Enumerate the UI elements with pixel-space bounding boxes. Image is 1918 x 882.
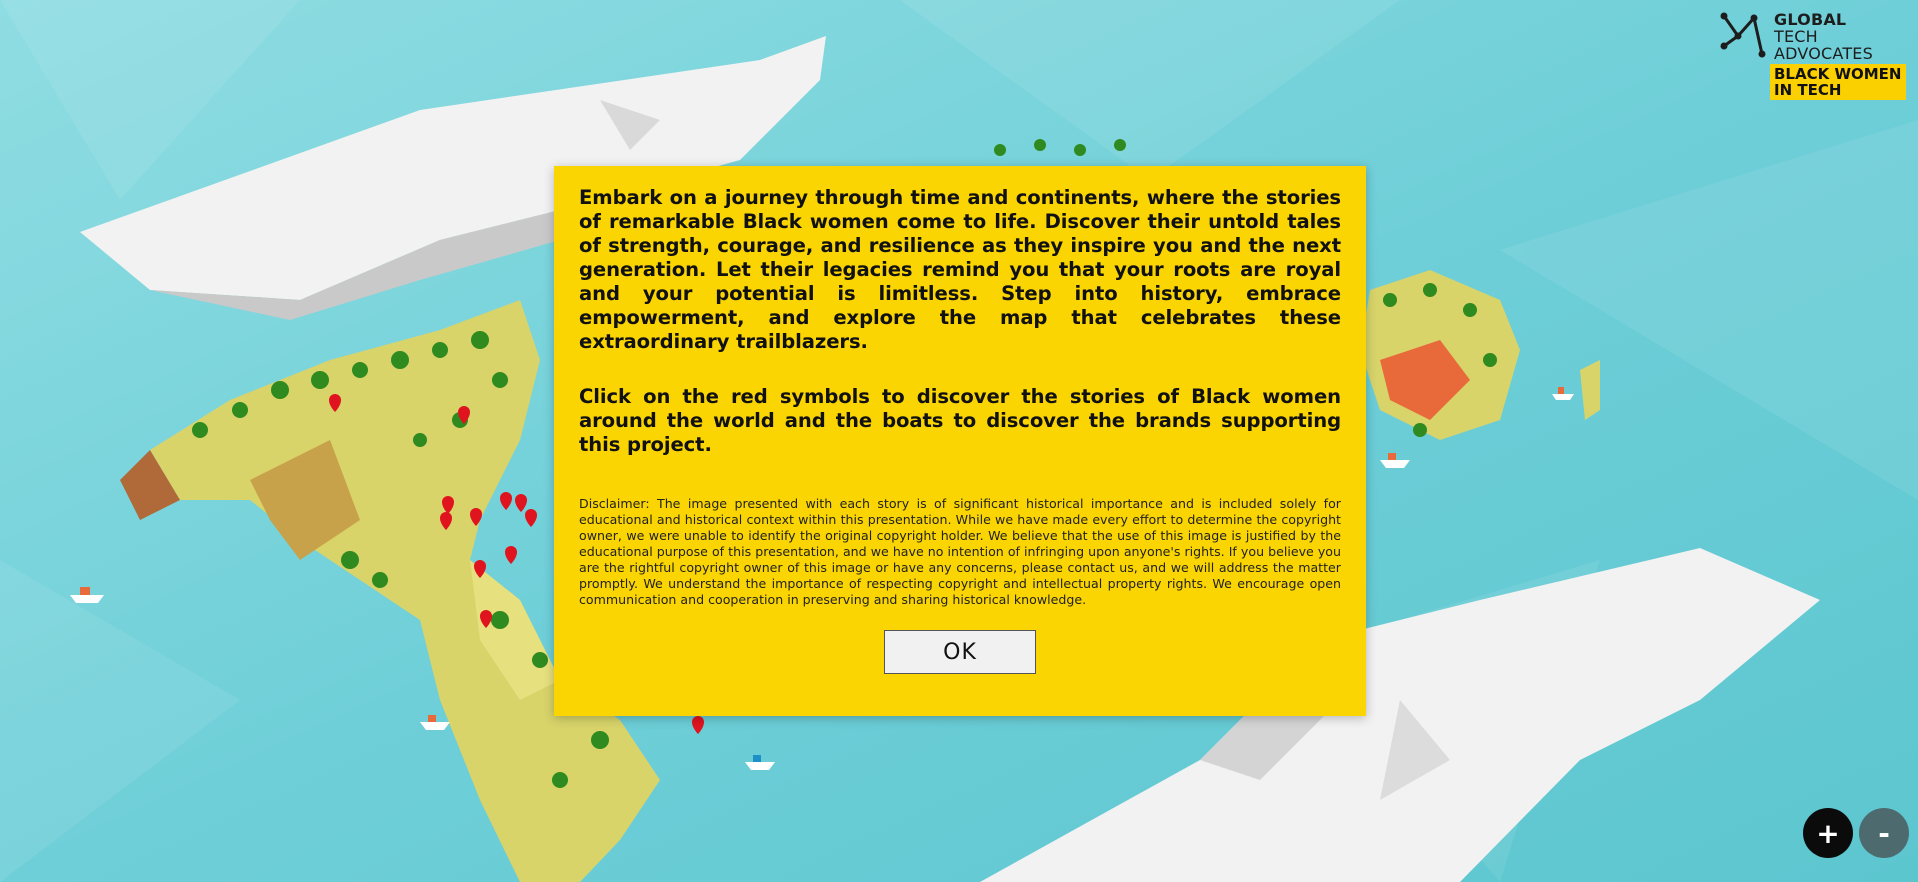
logo-badge-line1: BLACK WOMEN [1774,65,1902,83]
ok-button[interactable]: OK [884,630,1036,674]
logo-title-line2: TECH [1774,27,1818,46]
instruction-text: Click on the red symbols to discover the… [579,385,1341,456]
intro-text: Embark on a journey through time and con… [579,186,1341,353]
global-tech-advocates-logo[interactable]: GLOBAL TECH ADVOCATES BLACK WOMEN IN TEC… [1718,10,1908,102]
zoom-out-button[interactable]: - [1859,808,1909,858]
logo-badge-line2: IN TECH [1774,81,1842,99]
disclaimer-text: Disclaimer: The image presented with eac… [579,496,1341,607]
logo-title-line1: GLOBAL [1774,10,1847,29]
welcome-dialog: Embark on a journey through time and con… [554,166,1366,716]
logo-title-line3: ADVOCATES [1774,44,1873,63]
zoom-in-button[interactable]: + [1803,808,1853,858]
logo-network-icon [1720,12,1766,58]
logo-badge: BLACK WOMEN IN TECH [1770,64,1906,100]
